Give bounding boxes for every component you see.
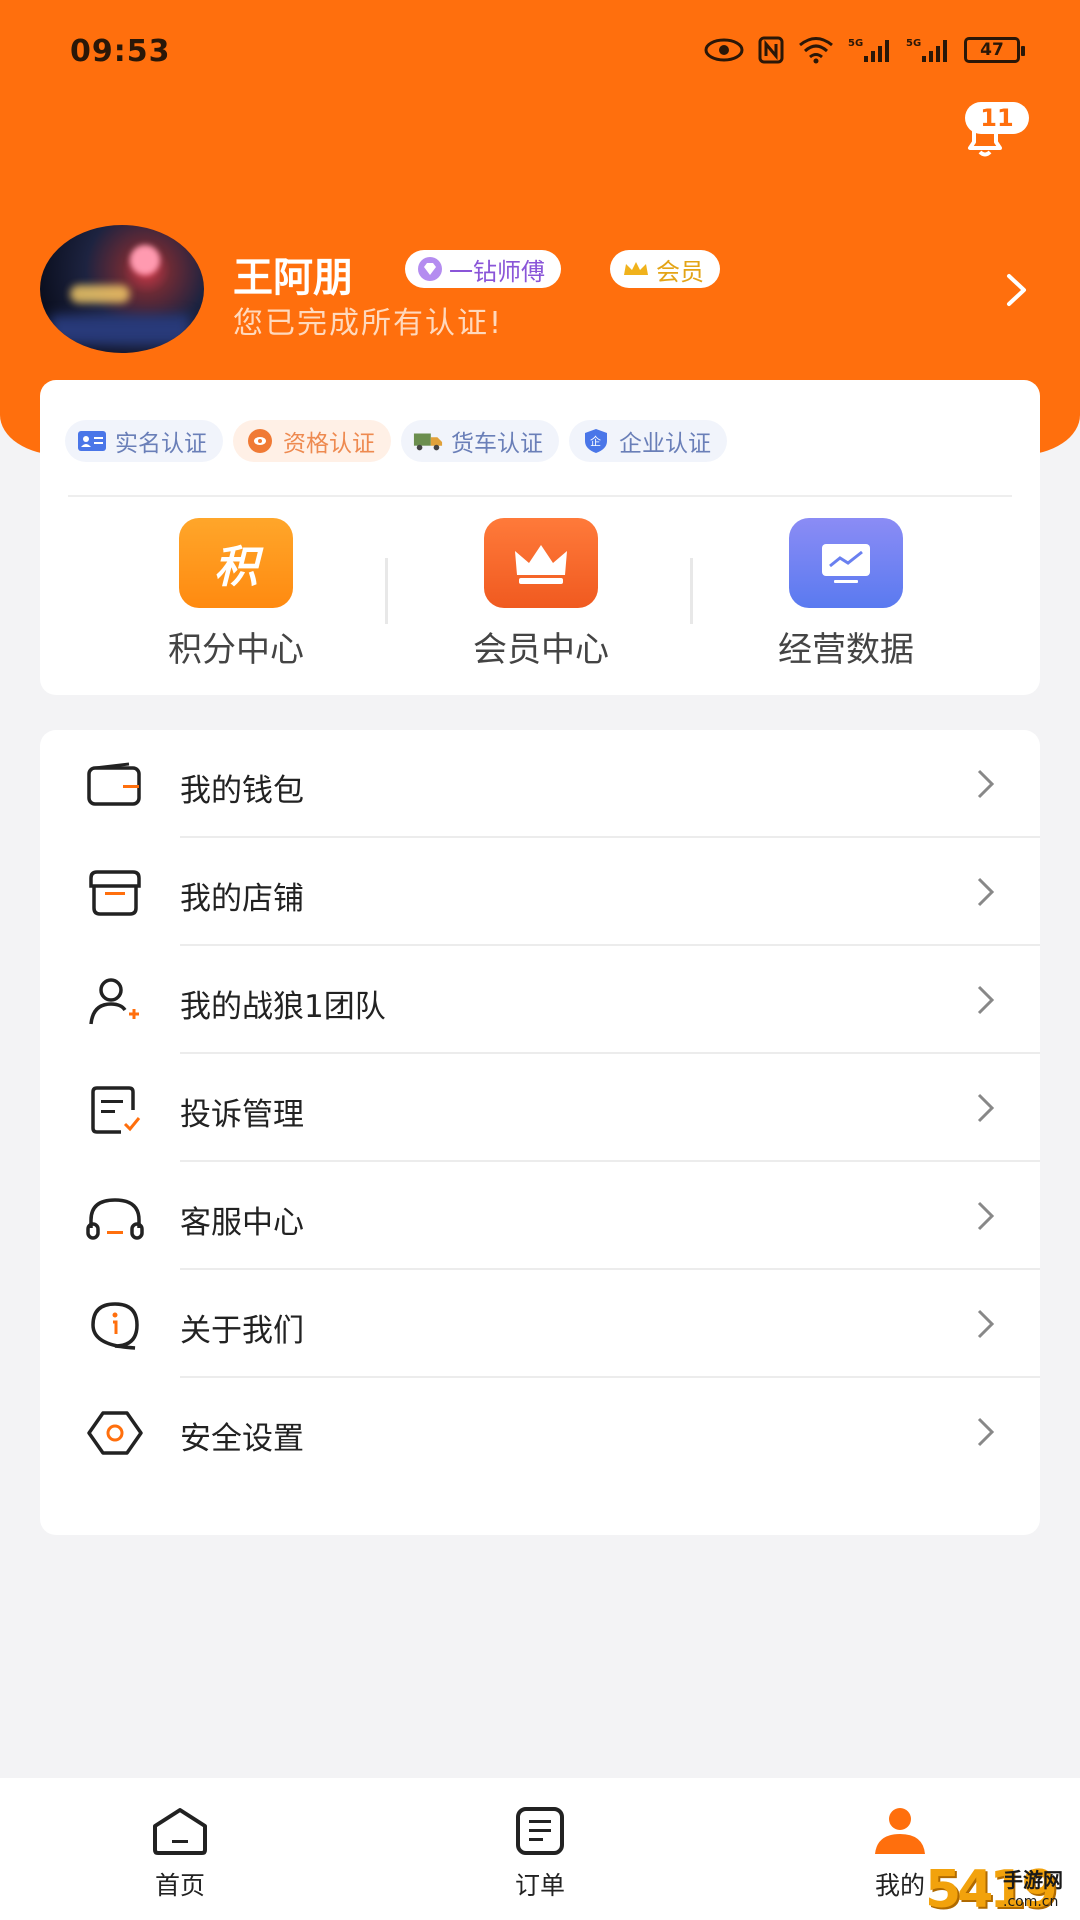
- menu-label: 投诉管理: [180, 1097, 304, 1133]
- order-icon: [516, 1807, 564, 1855]
- tab-home[interactable]: 首页: [110, 1806, 250, 1902]
- nfc-icon: [758, 36, 784, 64]
- id-card-icon: [77, 429, 107, 453]
- tab-label: 订单: [514, 1871, 565, 1900]
- menu-item-team[interactable]: 我的战狼1团队: [40, 946, 1040, 1054]
- badge-member: 会员: [610, 250, 720, 288]
- cert-qualification[interactable]: 资格认证: [233, 420, 391, 462]
- profile-subtitle: 您已完成所有认证!: [233, 306, 504, 341]
- menu-label: 客服中心: [180, 1205, 304, 1241]
- diamond-icon: [418, 257, 442, 281]
- cert-label: 企业认证: [619, 431, 711, 457]
- separator: [385, 558, 388, 624]
- menu-card: 我的钱包 我的店铺 我的战狼1团队 投诉管理 客服中心 关于我们 安全设置: [40, 730, 1040, 1535]
- badge-master-level: 一钻师傅: [405, 250, 561, 288]
- points-icon: 积: [179, 518, 293, 608]
- bottom-tab-bar: 首页 订单 我的: [0, 1778, 1080, 1920]
- tab-label: 首页: [154, 1871, 205, 1900]
- watermark-name: 手游网: [1003, 1868, 1063, 1892]
- status-time: 09:53: [70, 34, 171, 69]
- profile-icon: [875, 1808, 925, 1854]
- eye-icon: [704, 38, 744, 62]
- profile-card: 实名认证 资格认证 货车认证 企 企业认证 积 积分中心 会员中心 经营数据: [40, 380, 1040, 695]
- menu-label: 安全设置: [180, 1421, 304, 1457]
- store-icon: [89, 870, 141, 916]
- profile-name: 王阿朋: [233, 255, 353, 301]
- menu-label: 关于我们: [180, 1313, 304, 1349]
- menu-item-complaints[interactable]: 投诉管理: [40, 1054, 1040, 1162]
- member-center-entry[interactable]: 会员中心: [421, 518, 661, 671]
- avatar-image-part: [50, 315, 190, 345]
- menu-item-security[interactable]: 安全设置: [40, 1378, 1040, 1486]
- team-add-icon: [89, 978, 139, 1025]
- status-bar: 09:53 5G 5G 47: [0, 0, 1080, 100]
- menu-label: 我的店铺: [180, 881, 304, 917]
- avatar[interactable]: [40, 225, 204, 353]
- tab-orders[interactable]: 订单: [470, 1806, 610, 1902]
- cert-label: 货车认证: [451, 431, 543, 457]
- security-settings-icon: [87, 1411, 143, 1455]
- crown-small-icon: [624, 262, 648, 275]
- watermark-logo: 5419 手游网 .com.cn: [925, 1860, 1080, 1920]
- chevron-right-icon: [977, 1417, 995, 1447]
- cert-real-name[interactable]: 实名认证: [65, 420, 223, 462]
- cert-truck[interactable]: 货车认证: [401, 420, 559, 462]
- badge-member-label: 会员: [656, 257, 704, 286]
- svg-text:5G: 5G: [906, 38, 921, 49]
- menu-label: 我的战狼1团队: [180, 989, 386, 1025]
- chevron-right-icon: [977, 1201, 995, 1231]
- battery-indicator: 47: [964, 37, 1025, 63]
- enterprise-shield-icon: 企: [581, 429, 611, 453]
- business-data-entry[interactable]: 经营数据: [726, 518, 966, 671]
- crown-icon: [484, 518, 598, 608]
- watermark-domain: .com.cn: [1003, 1894, 1059, 1910]
- home-icon: [153, 1808, 207, 1855]
- quick-entry-label: 会员中心: [473, 630, 609, 670]
- menu-item-store[interactable]: 我的店铺: [40, 838, 1040, 946]
- headset-icon: [86, 1198, 144, 1240]
- menu-item-about[interactable]: 关于我们: [40, 1270, 1040, 1378]
- qualification-icon: [245, 429, 275, 453]
- chevron-right-icon: [977, 1093, 995, 1123]
- points-icon-glyph: 积: [214, 542, 258, 593]
- chevron-right-icon: [977, 985, 995, 1015]
- truck-icon: [413, 429, 443, 453]
- separator: [690, 558, 693, 624]
- status-icons: 5G 5G 47: [704, 36, 1025, 64]
- cert-label: 实名认证: [115, 431, 207, 457]
- divider: [68, 495, 1012, 497]
- badge-master-label: 一钻师傅: [449, 257, 545, 286]
- wallet-icon: [87, 762, 141, 806]
- cert-label: 资格认证: [283, 431, 375, 457]
- menu-item-wallet[interactable]: 我的钱包: [40, 730, 1040, 838]
- menu-label: 我的钱包: [180, 773, 304, 809]
- chevron-right-icon: [977, 877, 995, 907]
- notification-badge: 11: [965, 102, 1029, 134]
- quick-entry-label: 经营数据: [778, 630, 914, 670]
- info-icon: [91, 1302, 139, 1350]
- signal-icon-sim2: 5G: [906, 38, 947, 62]
- monitor-chart-icon: [789, 518, 903, 608]
- chevron-right-icon: [977, 1309, 995, 1339]
- complaint-icon: [91, 1086, 141, 1134]
- chevron-right-icon[interactable]: [1005, 272, 1029, 308]
- avatar-image-part: [130, 245, 160, 275]
- avatar-image-part: [70, 285, 130, 303]
- menu-item-customer-service[interactable]: 客服中心: [40, 1162, 1040, 1270]
- wifi-icon: [799, 37, 833, 64]
- cert-enterprise[interactable]: 企 企业认证: [569, 420, 727, 462]
- svg-text:企: 企: [590, 434, 601, 448]
- signal-icon-sim1: 5G: [848, 38, 889, 62]
- certification-row: 实名认证 资格认证 货车认证 企 企业认证: [65, 420, 727, 462]
- svg-text:5G: 5G: [848, 38, 863, 49]
- quick-entry-label: 积分中心: [168, 630, 304, 670]
- chevron-right-icon: [977, 769, 995, 799]
- points-center-entry[interactable]: 积 积分中心: [116, 518, 356, 671]
